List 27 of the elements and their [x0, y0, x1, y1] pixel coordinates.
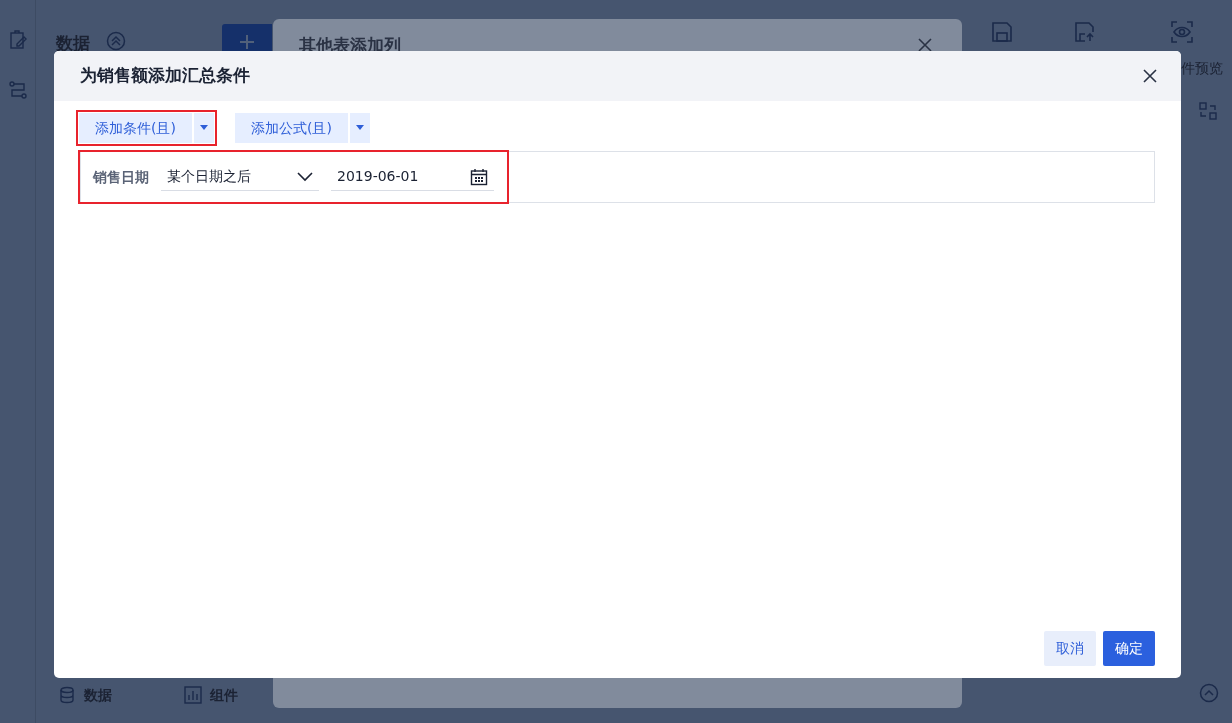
collapse-icon[interactable] [106, 31, 126, 51]
dialog-title: 为销售额添加汇总条件 [80, 64, 250, 88]
field-label: 销售日期 [93, 167, 149, 187]
export-icon[interactable] [1073, 20, 1097, 44]
clipboard-edit-icon[interactable] [8, 30, 28, 50]
panel-title: 数据 [56, 32, 90, 55]
calendar-icon[interactable] [470, 167, 488, 186]
cancel-button[interactable]: 取消 [1044, 631, 1096, 666]
caret-icon [199, 125, 208, 131]
bar-chart-icon[interactable] [184, 686, 202, 704]
dropdown-button[interactable] [347, 113, 370, 143]
caret-icon [355, 125, 364, 131]
save-icon[interactable] [990, 20, 1014, 44]
date-field[interactable]: 2019-06-01 [331, 163, 494, 191]
add-action-button[interactable]: 添加条件(且) [79, 113, 192, 143]
add-action-button[interactable]: 添加公式(且) [234, 113, 348, 143]
chevron-down-icon [297, 171, 313, 182]
dropdown-button[interactable] [191, 113, 214, 143]
operator-select[interactable]: 某个日期之后 [161, 163, 319, 191]
database-icon[interactable] [58, 686, 76, 704]
swap-icon[interactable] [1198, 101, 1218, 121]
nodes-icon[interactable] [8, 80, 28, 100]
confirm-button[interactable]: 确定 [1103, 631, 1155, 666]
toolbar-label: 件预览 [1181, 59, 1223, 78]
close-icon[interactable] [917, 37, 933, 53]
expand-up-icon[interactable] [1199, 683, 1219, 703]
eye-icon[interactable] [1170, 20, 1194, 44]
